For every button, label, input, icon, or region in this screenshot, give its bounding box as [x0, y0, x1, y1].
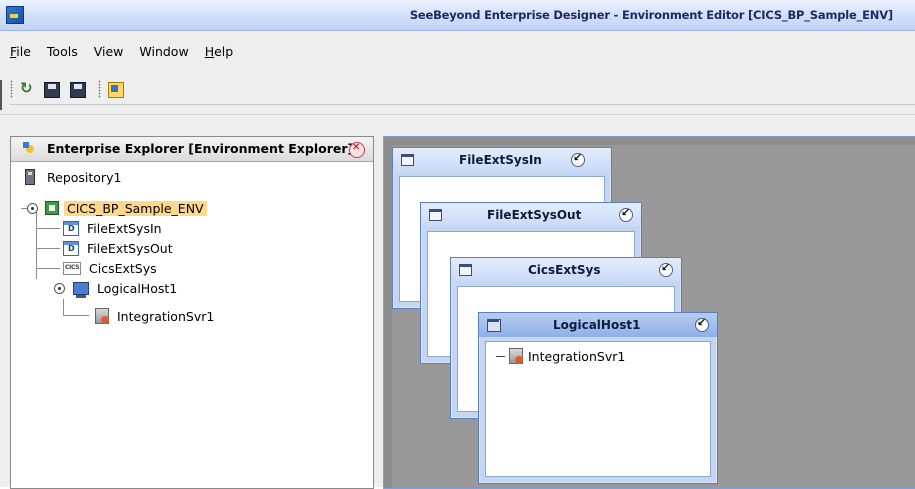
- window-edge: [0, 80, 2, 110]
- external-system-icon: [63, 220, 79, 236]
- menu-view[interactable]: View: [94, 44, 124, 62]
- frame-menu-icon[interactable]: [401, 154, 414, 166]
- tree-node-fileextsysin[interactable]: FileExtSysIn: [63, 218, 165, 238]
- integration-server-icon: [95, 308, 109, 324]
- tree-label: FileExtSysIn: [87, 220, 162, 236]
- frame-title-bar[interactable]: CicsExtSys: [451, 258, 681, 282]
- explorer-icon: [23, 142, 37, 156]
- tree-line: [63, 315, 89, 316]
- environment-icon: [45, 201, 59, 215]
- environment-canvas[interactable]: FileExtSysIn FileExtSysOut CicsExtSys: [383, 136, 915, 489]
- tree-line: [496, 355, 505, 357]
- frame-title-bar[interactable]: FileExtSysIn: [393, 148, 611, 172]
- frame-menu-icon[interactable]: [429, 209, 442, 221]
- menu-help[interactable]: Help: [205, 44, 234, 62]
- tree-node-environment[interactable]: CICS_BP_Sample_ENV: [45, 198, 207, 218]
- menu-bar: File Tools View Window Help: [10, 44, 249, 62]
- frame-title-bar[interactable]: FileExtSysOut: [421, 203, 641, 227]
- toolbar-grip[interactable]: [10, 80, 13, 98]
- cics-icon: [63, 261, 81, 275]
- frame-logicalhost[interactable]: LogicalHost1 IntegrationSvr1: [478, 312, 718, 484]
- menu-file-rest: ile: [16, 44, 31, 59]
- tree-node-logicalhost[interactable]: LogicalHost1: [73, 278, 180, 298]
- tree-node-integrationsvr[interactable]: IntegrationSvr1: [95, 306, 217, 326]
- toolbar-grip-2[interactable]: [98, 80, 101, 98]
- frame-title: FileExtSysIn: [459, 153, 542, 167]
- canvas-node-integrationsvr[interactable]: IntegrationSvr1: [496, 348, 625, 364]
- expand-toggle-icon[interactable]: [54, 283, 65, 294]
- tree-label: FileExtSysOut: [87, 240, 173, 256]
- menu-help-rest: elp: [214, 44, 234, 59]
- frame-title-bar[interactable]: LogicalHost1: [479, 313, 717, 337]
- frame-menu-icon[interactable]: [459, 264, 472, 276]
- app-icon[interactable]: [6, 6, 24, 24]
- tree-line: [36, 248, 60, 249]
- canvas-node-label: IntegrationSvr1: [528, 348, 626, 364]
- menu-help-mnemonic: H: [204, 44, 215, 59]
- logical-host-icon[interactable]: [487, 319, 501, 332]
- tree-node-fileextsysout[interactable]: FileExtSysOut: [63, 238, 176, 258]
- explorer-title: Enterprise Explorer [Environment Explore…: [47, 141, 354, 156]
- menu-window[interactable]: Window: [139, 44, 188, 62]
- integration-server-icon: [509, 348, 523, 364]
- toolbar: [10, 74, 915, 105]
- window-title: SeeBeyond Enterprise Designer - Environm…: [409, 8, 893, 22]
- tree-label: Repository1: [47, 169, 122, 185]
- tree-line: [36, 228, 60, 229]
- restore-icon[interactable]: [571, 151, 585, 167]
- tree-node-repository[interactable]: Repository1: [21, 167, 124, 187]
- frame-title: FileExtSysOut: [487, 208, 582, 222]
- app-window: SeeBeyond Enterprise Designer - Environm…: [0, 0, 915, 489]
- close-icon[interactable]: [349, 142, 365, 158]
- repository-icon: [25, 169, 35, 185]
- tree-label: CICS_BP_Sample_ENV: [64, 200, 207, 216]
- logical-host-icon: [73, 281, 89, 298]
- restore-icon[interactable]: [659, 261, 673, 277]
- restore-icon[interactable]: [619, 206, 633, 222]
- explorer-header: Enterprise Explorer [Environment Explore…: [11, 137, 373, 162]
- tree-label: IntegrationSvr1: [117, 308, 215, 324]
- refresh-icon[interactable]: [18, 79, 36, 98]
- frame-title: LogicalHost1: [553, 318, 641, 332]
- save-icon[interactable]: [44, 82, 60, 98]
- tree-node-cicsextsys[interactable]: CicsExtSys: [63, 258, 160, 278]
- tree-line: [63, 299, 64, 315]
- external-system-icon: [63, 240, 79, 256]
- tree-line: [36, 268, 60, 269]
- frame-body[interactable]: IntegrationSvr1: [485, 341, 711, 477]
- restore-icon[interactable]: [695, 316, 709, 332]
- enterprise-explorer-panel: Enterprise Explorer [Environment Explore…: [10, 136, 374, 489]
- tree-label: CicsExtSys: [89, 260, 157, 276]
- title-bar[interactable]: SeeBeyond Enterprise Designer - Environm…: [0, 0, 915, 31]
- frame-title: CicsExtSys: [528, 263, 601, 277]
- expand-toggle-icon[interactable]: [27, 203, 38, 214]
- tree-label: LogicalHost1: [97, 280, 178, 296]
- properties-icon[interactable]: [108, 82, 124, 98]
- separator: [0, 114, 915, 115]
- canvas-area[interactable]: FileExtSysIn FileExtSysOut CicsExtSys: [392, 145, 915, 488]
- save-all-icon[interactable]: [67, 79, 86, 98]
- menu-file[interactable]: File: [10, 44, 31, 62]
- menu-tools[interactable]: Tools: [47, 44, 78, 62]
